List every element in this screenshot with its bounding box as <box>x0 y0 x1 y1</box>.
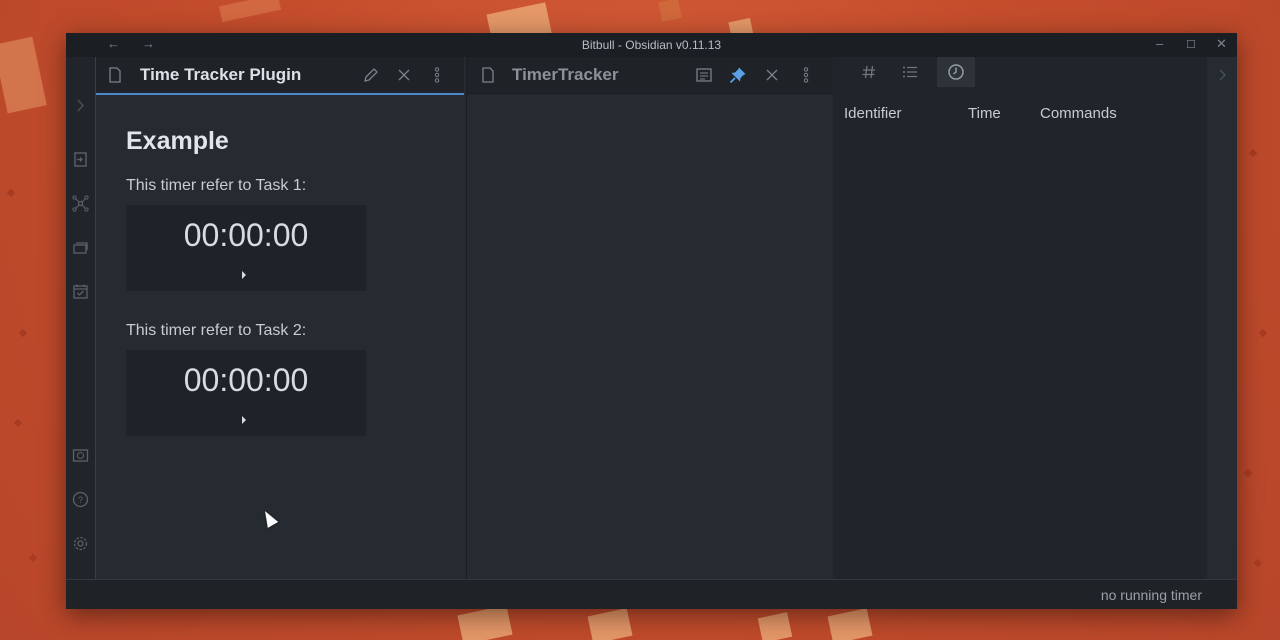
editor-pane-timertracker: TimerTracker <box>466 57 833 580</box>
sidebar-tab-header <box>833 57 1207 87</box>
edit-pencil-icon[interactable] <box>362 66 380 84</box>
status-text: no running timer <box>1100 587 1202 603</box>
left-ribbon: ? <box>66 57 96 580</box>
daily-note-icon[interactable] <box>72 283 89 300</box>
column-header-commands: Commands <box>1040 105 1117 122</box>
pane-title: TimerTracker <box>512 65 619 84</box>
close-window-icon[interactable]: ✕ <box>1216 36 1227 52</box>
collapse-right-sidebar[interactable] <box>1207 57 1237 580</box>
title-bar: ← → Bitbull - Obsidian v0.11.13 – ☐ ✕ <box>66 33 1237 57</box>
chevron-right-icon <box>1219 69 1226 81</box>
settings-gear-icon[interactable] <box>72 535 89 552</box>
file-icon <box>479 66 497 84</box>
status-bar: no running timer <box>66 579 1237 609</box>
pane-header: Time Tracker Plugin <box>96 57 464 95</box>
outline-list-icon[interactable] <box>901 63 919 81</box>
more-options-icon[interactable] <box>797 66 815 84</box>
reading-view-icon[interactable] <box>695 66 713 84</box>
svg-text:?: ? <box>78 495 83 505</box>
timer-display: 00:00:00 <box>183 217 309 253</box>
expand-sidebar-icon[interactable] <box>72 97 89 114</box>
templates-icon[interactable] <box>72 239 89 256</box>
editor-pane-time-tracker: Time Tracker Plugin Example This timer r… <box>96 57 491 580</box>
column-header-identifier: Identifier <box>844 105 902 122</box>
vault-switcher-icon[interactable] <box>72 447 89 464</box>
timer-clock-tab[interactable] <box>937 57 975 87</box>
timer-table: Identifier Time Commands <box>833 87 1207 580</box>
play-icon[interactable] <box>242 271 246 279</box>
tags-hash-icon[interactable] <box>860 63 878 81</box>
graph-view-icon[interactable] <box>72 195 89 212</box>
more-options-icon[interactable] <box>428 66 446 84</box>
column-header-time: Time <box>968 105 1001 122</box>
timer-label-1: This timer refer to Task 1: <box>126 177 307 194</box>
pane-header: TimerTracker <box>467 57 833 94</box>
app-window: ← → Bitbull - Obsidian v0.11.13 – ☐ ✕ ? <box>66 33 1237 609</box>
timer-widget-1: 00:00:00 <box>126 205 366 291</box>
timer-label-2: This timer refer to Task 2: <box>126 322 307 339</box>
open-switcher-icon[interactable] <box>72 151 89 168</box>
minimize-icon[interactable]: – <box>1156 36 1163 51</box>
pane-title: Time Tracker Plugin <box>140 65 302 84</box>
note-heading: Example <box>126 127 229 155</box>
maximize-icon[interactable]: ☐ <box>1186 38 1196 51</box>
timer-widget-2: 00:00:00 <box>126 350 366 436</box>
right-sidebar: Identifier Time Commands <box>833 57 1237 580</box>
close-pane-icon[interactable] <box>763 66 781 84</box>
play-icon[interactable] <box>242 416 246 424</box>
help-icon[interactable]: ? <box>72 491 89 508</box>
window-title: Bitbull - Obsidian v0.11.13 <box>581 38 722 52</box>
close-pane-icon[interactable] <box>395 66 413 84</box>
pin-icon[interactable] <box>729 66 747 84</box>
timer-display: 00:00:00 <box>183 362 309 398</box>
file-icon <box>106 66 124 84</box>
